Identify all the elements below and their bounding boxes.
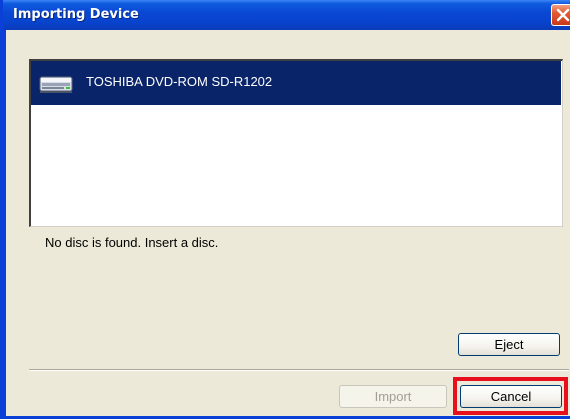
status-message: No disc is found. Insert a disc. xyxy=(45,235,219,250)
eject-button[interactable]: Eject xyxy=(458,333,560,356)
close-button[interactable] xyxy=(551,4,570,26)
cancel-button[interactable]: Cancel xyxy=(460,385,562,408)
divider xyxy=(29,369,569,371)
window-title: Importing Device xyxy=(13,7,139,22)
title-bar[interactable]: Importing Device xyxy=(3,0,570,30)
close-icon xyxy=(556,8,570,22)
device-name: TOSHIBA DVD-ROM SD-R1202 xyxy=(86,74,273,89)
importing-device-dialog: Importing Device TOSHIBA DVD-ROM SD-R120… xyxy=(0,0,570,419)
list-item[interactable]: TOSHIBA DVD-ROM SD-R1202 xyxy=(31,61,561,105)
import-button[interactable]: Import xyxy=(339,385,447,408)
dialog-body: TOSHIBA DVD-ROM SD-R1202 No disc is foun… xyxy=(6,30,570,416)
device-list[interactable]: TOSHIBA DVD-ROM SD-R1202 xyxy=(29,59,563,227)
dvd-drive-icon xyxy=(39,76,73,93)
